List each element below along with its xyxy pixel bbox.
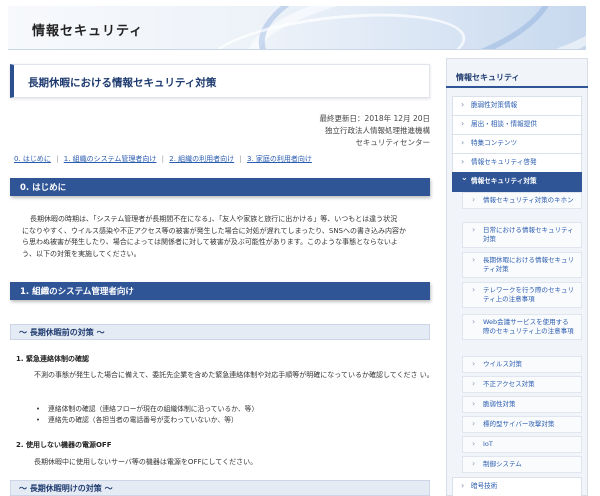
section-heading-intro: 0. はじめに — [10, 178, 430, 196]
sidebar-item-vulnerability-info[interactable]: 脆弱性対策情報 — [452, 96, 582, 116]
toc-separator: | — [161, 155, 165, 163]
toc-separator: | — [56, 155, 59, 163]
toc-link-intro[interactable]: 0. はじめに — [14, 155, 51, 163]
page-meta: 最終更新日：2018年 12月 20日 独立行政法人情報処理推進機構 セキュリテ… — [320, 113, 430, 149]
sidebar-item-security-measures[interactable]: 情報セキュリティ対策 — [452, 172, 582, 192]
intro-line: になりやすく、ウイルス感染や不正アクセス等の被害が発生した場合に対処が遅れてしま… — [22, 226, 407, 235]
table-of-contents: 0. はじめに | 1. 組織のシステム管理者向け | 2. 組織の利用者向け … — [14, 154, 312, 164]
sidebar-item-cryptography[interactable]: 暗号技術 — [452, 477, 582, 496]
sidebar-subitem-web-meeting[interactable]: Web会議サービスを使用する際のセキュリティ上の注意事項 — [462, 314, 582, 340]
sidebar-item-security-awareness[interactable]: 情報セキュリティ啓発 — [452, 153, 582, 173]
item-heading-power-off: 2. 使用しない機器の電源OFF — [16, 441, 112, 449]
intro-line: う、以下の対策を実施してください。 — [22, 249, 141, 258]
emergency-contact-list: 連絡体制の確認（連絡フローが現在の組織体制に沿っているか、等） 連絡先の確認（各… — [36, 404, 258, 426]
item-text-power-off: 長期休暇中に使用しないサーバ等の機器は電源をOFFにしてください。 — [34, 458, 258, 466]
site-title[interactable]: 情報セキュリティ — [32, 20, 143, 39]
header-banner: 情報セキュリティ — [8, 6, 586, 50]
sidebar-subitem-daily[interactable]: 日常における情報セキュリティ対策 — [462, 222, 582, 248]
sidebar-subitem-control-system[interactable]: 制御システム — [462, 456, 582, 473]
list-item: 連絡体制の確認（連絡フローが現在の組織体制に沿っているか、等） — [36, 404, 258, 415]
sidebar-item-feature-content[interactable]: 特集コンテンツ — [452, 134, 582, 154]
toc-link-org-user[interactable]: 2. 組織の利用者向け — [169, 155, 234, 163]
toc-separator: | — [239, 155, 242, 163]
toc-link-admin[interactable]: 1. 組織のシステム管理者向け — [64, 155, 157, 163]
list-item: 連絡先の確認（各担当者の電話番号が変わっていないか、等） — [36, 415, 258, 426]
page-title-box: 長期休暇における情報セキュリティ対策 — [10, 64, 430, 98]
sidebar-subitem-virus[interactable]: ウイルス対策 — [462, 356, 582, 373]
sidebar-item-report-consult[interactable]: 届出・相談・情報提供 — [452, 115, 582, 135]
toc-link-home-user[interactable]: 3. 家庭の利用者向け — [247, 155, 312, 163]
sidebar-subitem-telework[interactable]: テレワークを行う際のセキュリティ上の注意事項 — [462, 282, 582, 308]
sidebar-subitem-vulnerability[interactable]: 脆弱性対策 — [462, 396, 582, 413]
intro-line: ら思わぬ被害が発生したり、場合によっては関係者に対して被害が及ぶ可能性があります… — [22, 238, 398, 246]
last-updated: 最終更新日：2018年 12月 20日 — [319, 114, 430, 123]
sidebar-subitem-unauthorized-access[interactable]: 不正アクセス対策 — [462, 376, 582, 393]
sidebar-subitem-targeted-attack[interactable]: 標的型サイバー攻撃対策 — [462, 416, 582, 433]
sidebar-subitem-iot[interactable]: IoT — [462, 436, 582, 453]
sidebar-subitem-basics[interactable]: 情報セキュリティ対策のキホン — [462, 192, 582, 209]
sidebar-title[interactable]: 情報セキュリティ — [446, 64, 588, 88]
subheading-after-holiday: 〜 長期休暇明けの対策 〜 — [10, 480, 430, 496]
item-text-emergency-contact: 不測の事態が発生した場合に備えて、委託先企業を含めた緊急連絡体制や対応手順等が明… — [34, 371, 434, 379]
sidebar-subitem-long-holiday[interactable]: 長期休暇における情報セキュリティ対策 — [462, 252, 582, 278]
subheading-before-holiday: 〜 長期休暇前の対策 〜 — [10, 324, 430, 340]
item-heading-emergency-contact: 1. 緊急連絡体制の確認 — [16, 355, 89, 363]
organization-center: セキュリティセンター — [355, 138, 430, 147]
intro-paragraph: 長期休暇の時期は、「システム管理者が長期間不在になる」、「友人や家族と旅行に出か… — [22, 214, 430, 260]
organization-name: 独立行政法人情報処理推進機構 — [325, 126, 430, 135]
page-title: 長期休暇における情報セキュリティ対策 — [28, 77, 217, 89]
section-heading-admin: 1. 組織のシステム管理者向け — [10, 282, 430, 300]
intro-line: 長期休暇の時期は、「システム管理者が長期間不在になる」、「友人や家族と旅行に出か… — [30, 215, 398, 223]
